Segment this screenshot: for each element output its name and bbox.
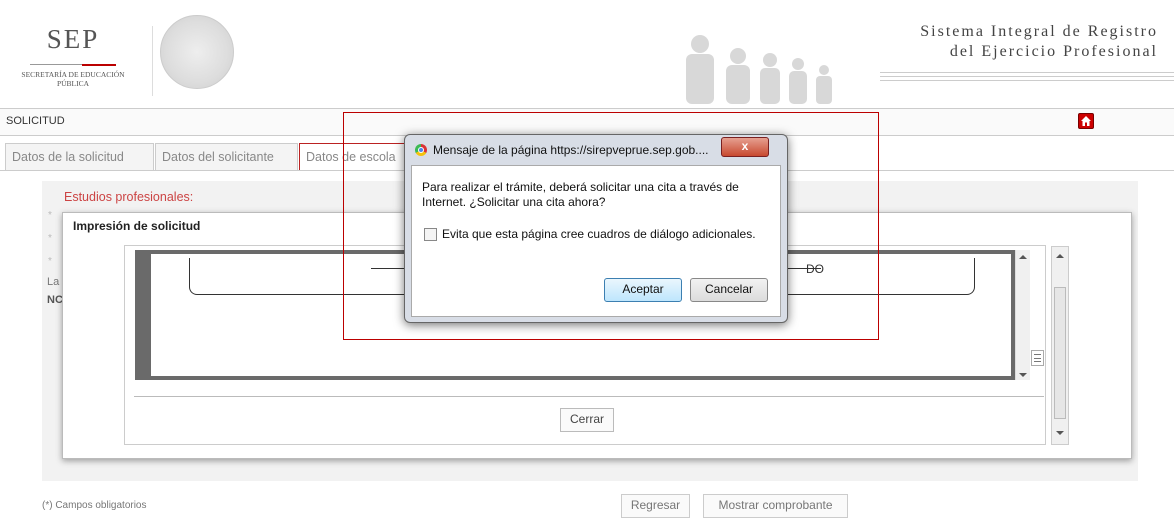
required-star: * <box>48 256 52 267</box>
required-fields-note: (*) Campos obligatorios <box>42 500 147 511</box>
page-header: SEP SECRETARÍA DE EDUCACIÓN PÚBLICA Sist… <box>0 0 1174 105</box>
header-divider <box>152 26 153 96</box>
scroll-up-icon[interactable] <box>1056 253 1064 259</box>
section-label: SOLICITUD <box>6 115 65 127</box>
logo-accent <box>82 64 116 66</box>
alert-message: Para realizar el trámite, deberá solicit… <box>422 180 739 209</box>
scroll-up-icon[interactable] <box>1019 254 1027 260</box>
decorative-line <box>880 80 1174 81</box>
home-button[interactable] <box>1078 113 1094 129</box>
form-text-fragment: La <box>47 276 60 288</box>
sep-logo: SEP SECRETARÍA DE EDUCACIÓN PÚBLICA <box>18 24 128 94</box>
scrollbar-thumb[interactable] <box>1054 287 1066 419</box>
decorative-line <box>880 76 1174 77</box>
chrome-icon <box>415 144 427 156</box>
modal-scrollbar[interactable] <box>1051 246 1069 445</box>
suppress-dialogs-checkbox[interactable] <box>424 228 437 241</box>
decorative-line <box>880 72 1174 73</box>
show-receipt-button[interactable]: Mostrar comprobante <box>703 494 848 518</box>
viewer-scrollbar[interactable] <box>1015 250 1030 380</box>
home-icon <box>1081 116 1091 126</box>
cancel-button[interactable]: Cancelar <box>690 278 768 302</box>
print-modal-title: Impresión de solicitud <box>73 219 201 233</box>
back-button[interactable]: Regresar <box>621 494 690 518</box>
suppress-dialogs-label[interactable]: Evita que esta página cree cuadros de di… <box>442 227 756 241</box>
scroll-down-icon[interactable] <box>1019 372 1027 378</box>
required-star: * <box>48 233 52 244</box>
close-button[interactable]: Cerrar <box>560 408 614 432</box>
logo-subtitle: SECRETARÍA DE EDUCACIÓN PÚBLICA <box>21 70 125 88</box>
alert-title: Mensaje de la página https://sirepveprue… <box>433 143 709 157</box>
national-seal-icon <box>160 15 234 89</box>
system-title-line2: del Ejercicio Profesional <box>949 43 1158 60</box>
dialog-close-button[interactable]: x <box>721 137 769 157</box>
estudios-heading: Estudios profesionales: <box>64 190 194 204</box>
logo-title: SEP <box>46 24 100 54</box>
alert-body: Para realizar el trámite, deberá solicit… <box>411 165 781 317</box>
alert-dialog: Mensaje de la página https://sirepveprue… <box>404 134 788 323</box>
tab-datos-solicitud[interactable]: Datos de la solicitud <box>5 143 154 170</box>
form-text-fragment: NC <box>47 294 63 306</box>
system-title: Sistema Integral de Registro del Ejercic… <box>920 22 1158 62</box>
required-star: * <box>48 210 52 221</box>
scroll-down-icon[interactable] <box>1056 430 1064 436</box>
scroll-grip-icon[interactable] <box>1031 350 1044 366</box>
accept-button[interactable]: Aceptar <box>604 278 682 302</box>
system-title-line1: Sistema Integral de Registro <box>920 23 1158 40</box>
tab-datos-solicitante[interactable]: Datos del solicitante <box>155 143 298 170</box>
modal-separator <box>134 396 1044 397</box>
people-silhouette-icon <box>686 35 832 104</box>
